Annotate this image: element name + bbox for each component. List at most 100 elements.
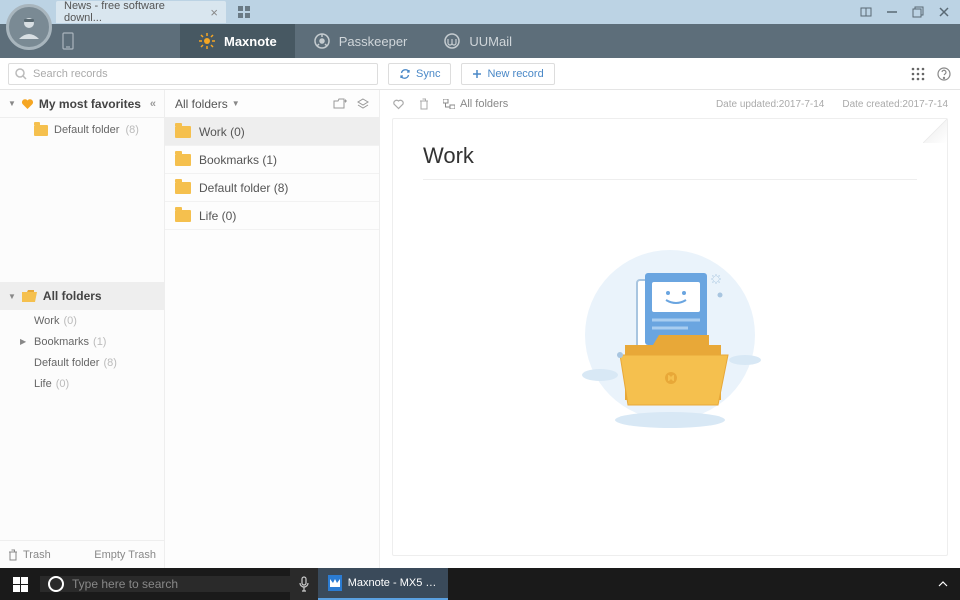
help-icon[interactable] — [936, 66, 952, 82]
maxnote-icon — [198, 32, 216, 50]
windows-apps-icon[interactable] — [234, 4, 254, 20]
nav-tab-label: Passkeeper — [339, 34, 408, 49]
window-split-icon[interactable] — [854, 2, 878, 22]
microphone-icon[interactable] — [290, 568, 318, 600]
sync-icon — [399, 68, 411, 80]
sidebar-all-item-life[interactable]: Life (0) — [0, 373, 164, 394]
device-icon[interactable] — [56, 29, 80, 53]
folder-list-title: All folders — [175, 97, 228, 111]
nav-tab-label: Maxnote — [224, 34, 277, 49]
user-avatar[interactable] — [6, 4, 52, 50]
item-label: Default folder — [54, 124, 119, 136]
new-record-button[interactable]: New record — [461, 63, 554, 85]
folder-label: Bookmarks (1) — [199, 153, 277, 167]
folder-label: Default folder (8) — [199, 181, 288, 195]
item-count: (1) — [93, 336, 106, 348]
taskbar-search-placeholder: Type here to search — [72, 577, 178, 591]
sidebar-favorites-header[interactable]: ▼ My most favorites « — [0, 90, 164, 118]
item-label: Bookmarks — [34, 336, 89, 348]
new-record-label: New record — [487, 68, 543, 80]
browser-tab[interactable]: News - free software downl... × — [56, 1, 226, 23]
tab-title: News - free software downl... — [64, 0, 204, 24]
folder-tree-icon — [443, 99, 455, 109]
sidebar: ▼ My most favorites « Default folder (8)… — [0, 90, 165, 568]
favorite-icon[interactable] — [392, 98, 405, 110]
folder-open-icon — [22, 290, 37, 302]
window-close-icon[interactable] — [932, 2, 956, 22]
main-panel: All folders Date updated:2017-7-14 Date … — [380, 90, 960, 568]
breadcrumb[interactable]: All folders — [443, 98, 508, 110]
sidebar-all-item-bookmarks[interactable]: ▶ Bookmarks (1) — [0, 331, 164, 352]
item-count: (0) — [56, 378, 69, 390]
date-updated: Date updated:2017-7-14 — [716, 99, 824, 110]
item-label: Default folder — [34, 357, 99, 369]
folder-icon — [175, 210, 191, 222]
date-created: Date created:2017-7-14 — [842, 99, 948, 110]
trash-button[interactable]: Trash — [8, 549, 51, 561]
sidebar-all-item-default[interactable]: Default folder (8) — [0, 352, 164, 373]
content-title: Work — [423, 143, 917, 180]
nav-tab-passkeeper[interactable]: Passkeeper — [295, 24, 426, 58]
tab-close-icon[interactable]: × — [210, 5, 218, 20]
avatar-container — [2, 0, 56, 54]
folder-icon — [175, 182, 191, 194]
plus-icon — [472, 69, 482, 79]
taskbar-search[interactable]: Type here to search — [40, 576, 290, 592]
uumail-icon — [443, 32, 461, 50]
expand-arrow-icon[interactable]: ▶ — [20, 337, 26, 346]
app-body: ▼ My most favorites « Default folder (8)… — [0, 90, 960, 568]
folder-list-header[interactable]: All folders ▼ — [165, 90, 379, 118]
item-count: (8) — [125, 124, 138, 136]
collapse-icon[interactable]: « — [150, 98, 156, 110]
favorites-label: My most favorites — [39, 97, 141, 111]
delete-icon[interactable] — [419, 98, 429, 110]
maxnote-app-icon — [328, 575, 342, 591]
start-button[interactable] — [0, 568, 40, 600]
chevron-down-icon: ▼ — [8, 99, 16, 108]
sidebar-footer: Trash Empty Trash — [0, 540, 164, 568]
new-folder-icon[interactable] — [333, 98, 347, 110]
search-box[interactable] — [8, 63, 378, 85]
empty-folder-illustration — [423, 240, 917, 440]
nav-tab-maxnote[interactable]: Maxnote — [180, 24, 295, 58]
apps-grid-icon[interactable] — [910, 66, 926, 82]
item-label: Work — [34, 315, 59, 327]
folder-label: Work (0) — [199, 125, 245, 139]
folder-list-column: All folders ▼ Work (0) Bookmarks (1) Def… — [165, 90, 380, 568]
nav-tab-uumail[interactable]: UUMail — [425, 24, 530, 58]
sidebar-favorite-item[interactable]: Default folder (8) — [0, 118, 164, 142]
window-titlebar: News - free software downl... × — [0, 0, 960, 24]
folder-icon — [175, 154, 191, 166]
trash-icon — [8, 549, 18, 561]
layers-icon[interactable] — [357, 98, 369, 110]
main-content: Work — [392, 118, 948, 556]
folder-item-life[interactable]: Life (0) — [165, 202, 379, 230]
toolbar: Sync New record — [0, 58, 960, 90]
empty-trash-button[interactable]: Empty Trash — [94, 549, 156, 561]
passkeeper-icon — [313, 32, 331, 50]
chevron-up-icon — [938, 580, 948, 588]
breadcrumb-label: All folders — [460, 98, 508, 110]
item-label: Life — [34, 378, 52, 390]
sync-label: Sync — [416, 68, 440, 80]
item-count: (0) — [63, 315, 76, 327]
sidebar-all-item-work[interactable]: Work (0) — [0, 310, 164, 331]
folder-item-work[interactable]: Work (0) — [165, 118, 379, 146]
sidebar-all-folders-header[interactable]: ▼ All folders — [0, 282, 164, 310]
heart-icon — [21, 98, 34, 110]
window-minimize-icon[interactable] — [880, 2, 904, 22]
folder-icon — [34, 125, 48, 136]
window-maximize-icon[interactable] — [906, 2, 930, 22]
taskbar-tray[interactable] — [926, 580, 960, 588]
sync-button[interactable]: Sync — [388, 63, 451, 85]
folder-label: Life (0) — [199, 209, 236, 223]
folder-icon — [175, 126, 191, 138]
search-input[interactable] — [33, 68, 371, 80]
chevron-down-icon: ▼ — [8, 292, 16, 301]
folder-item-bookmarks[interactable]: Bookmarks (1) — [165, 146, 379, 174]
windows-taskbar: Type here to search Maxnote - MX5 5.0...… — [0, 568, 960, 600]
folder-item-default[interactable]: Default folder (8) — [165, 174, 379, 202]
taskbar-app-label: Maxnote - MX5 5.0.... — [348, 577, 438, 589]
main-header: All folders Date updated:2017-7-14 Date … — [380, 90, 960, 118]
taskbar-app-maxnote[interactable]: Maxnote - MX5 5.0.... — [318, 568, 448, 600]
